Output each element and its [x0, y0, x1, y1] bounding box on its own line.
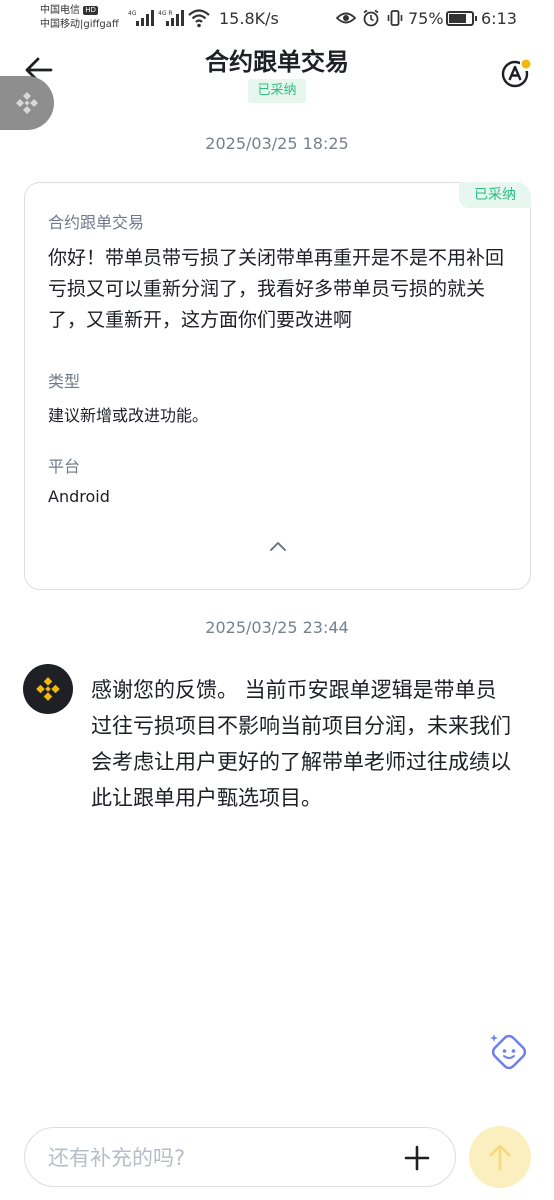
eye-icon: [336, 12, 356, 24]
network-speed: 15.8K/s: [219, 9, 279, 28]
arrow-up-icon: [489, 1144, 511, 1171]
floating-shortcut-button[interactable]: [0, 76, 54, 130]
carrier-1: 中国电信: [40, 5, 80, 16]
ai-assistant-icon[interactable]: [489, 1030, 529, 1070]
send-button[interactable]: [469, 1126, 531, 1188]
chevron-up-icon[interactable]: [268, 539, 288, 553]
carrier-2: 中国移动|giffgaff: [40, 19, 119, 30]
platform-label: 平台: [48, 457, 81, 476]
wifi-icon: [188, 9, 210, 28]
binance-logo-icon: [16, 92, 38, 114]
message-input-container: [24, 1127, 456, 1187]
hd-badge: HD: [83, 6, 98, 15]
message-input[interactable]: [48, 1142, 388, 1174]
binance-logo-icon: [36, 677, 60, 701]
status-bar: 中国电信 HD 中国移动|giffgaff 4G 4G R 15.8K/s 75…: [0, 0, 554, 38]
feedback-question: 你好！带单员带亏损了关闭带单再重开是不是不用补回亏损又可以重新分润了，我看好多带…: [48, 247, 505, 331]
plus-icon[interactable]: [403, 1144, 431, 1172]
question-timestamp: 2025/03/25 18:25: [205, 134, 349, 153]
translate-icon[interactable]: [500, 58, 532, 88]
signal-bars-2-icon: [166, 10, 186, 26]
status-icons: [336, 9, 404, 27]
type-label: 类型: [48, 372, 81, 391]
platform-value: Android: [48, 487, 110, 506]
feedback-category: 合约跟单交易: [48, 213, 145, 232]
status-badge: 已采纳: [248, 79, 306, 103]
card-status-badge: 已采纳: [459, 182, 531, 208]
vibrate-icon: [387, 10, 403, 26]
type-value: 建议新增或改进功能。: [48, 406, 209, 425]
support-reply: 感谢您的反馈。 当前币安跟单逻辑是带单员过往亏损项目不影响当前项目分润，未来我们…: [91, 678, 511, 810]
reply-timestamp: 2025/03/25 23:44: [205, 618, 349, 637]
battery-percent: 75%: [408, 9, 444, 28]
status-time: 6:13: [481, 9, 517, 28]
battery-icon: [446, 11, 477, 26]
page-title: 合约跟单交易: [205, 48, 349, 76]
carrier-info: 中国电信 HD 中国移动|giffgaff: [40, 4, 119, 32]
alarm-icon: [363, 9, 379, 27]
signal-bars-1-icon: [136, 10, 156, 26]
feedback-card: 已采纳 合约跟单交易 你好！带单员带亏损了关闭带单再重开是不是不用补回亏损又可以…: [24, 182, 531, 590]
binance-avatar: [23, 664, 73, 714]
